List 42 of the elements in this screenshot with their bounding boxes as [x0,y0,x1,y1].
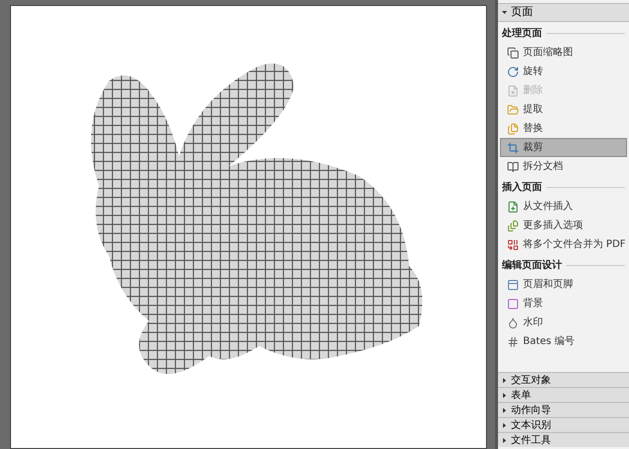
tool-item[interactable]: 将多个文件合并为 PDF [500,235,627,254]
pages-icon [507,122,519,134]
tool-item[interactable]: 更多插入选项 [500,216,627,235]
book-icon [507,160,519,172]
tool-item[interactable]: 旋转 [500,62,627,81]
pages-icon [507,220,519,232]
page-icon [507,84,519,96]
tool-item[interactable]: 替换 [500,119,627,138]
crop-icon [507,142,519,154]
panel-header[interactable]: 文件工具 [498,432,629,447]
page-plus-icon [507,200,519,212]
tool-item[interactable]: Bates 编号 [500,332,627,351]
tool-item[interactable]: 拆分文档 [500,157,627,176]
section-title: 处理页面 [502,26,542,40]
caret-right-icon [502,408,507,412]
panel-header[interactable]: 表单 [498,387,629,402]
caret-down-icon [502,10,507,15]
panel-header[interactable]: 动作向导 [498,402,629,417]
section-title: 编辑页面设计 [502,258,562,272]
section-title: 插入页面 [502,180,542,194]
tool-item[interactable]: 提取 [500,100,627,119]
caret-right-icon [502,378,507,382]
square-icon [507,298,519,310]
pages-icon [507,46,519,58]
tool-item[interactable]: 背景 [500,294,627,313]
tool-item[interactable]: 裁剪 [500,138,627,157]
caret-right-icon [502,438,507,442]
header-icon [507,278,519,290]
tool-item[interactable]: 页眉和页脚 [500,275,627,294]
folder-icon [507,104,519,116]
caret-right-icon [502,422,507,428]
caret-right-icon [502,392,507,398]
panel-header[interactable]: 文本识别 [498,417,629,432]
panel-header[interactable]: 页面 [498,3,629,22]
tool-item[interactable]: 从文件插入 [500,197,627,216]
hash-icon [507,336,519,348]
tool-item[interactable]: 水印 [500,313,627,332]
drop-icon [507,316,519,328]
merge-icon [507,238,519,250]
tool-item[interactable]: 页面缩略图 [500,43,627,62]
panel-header[interactable]: 交互对象 [498,372,629,387]
rotate-icon [507,66,519,78]
